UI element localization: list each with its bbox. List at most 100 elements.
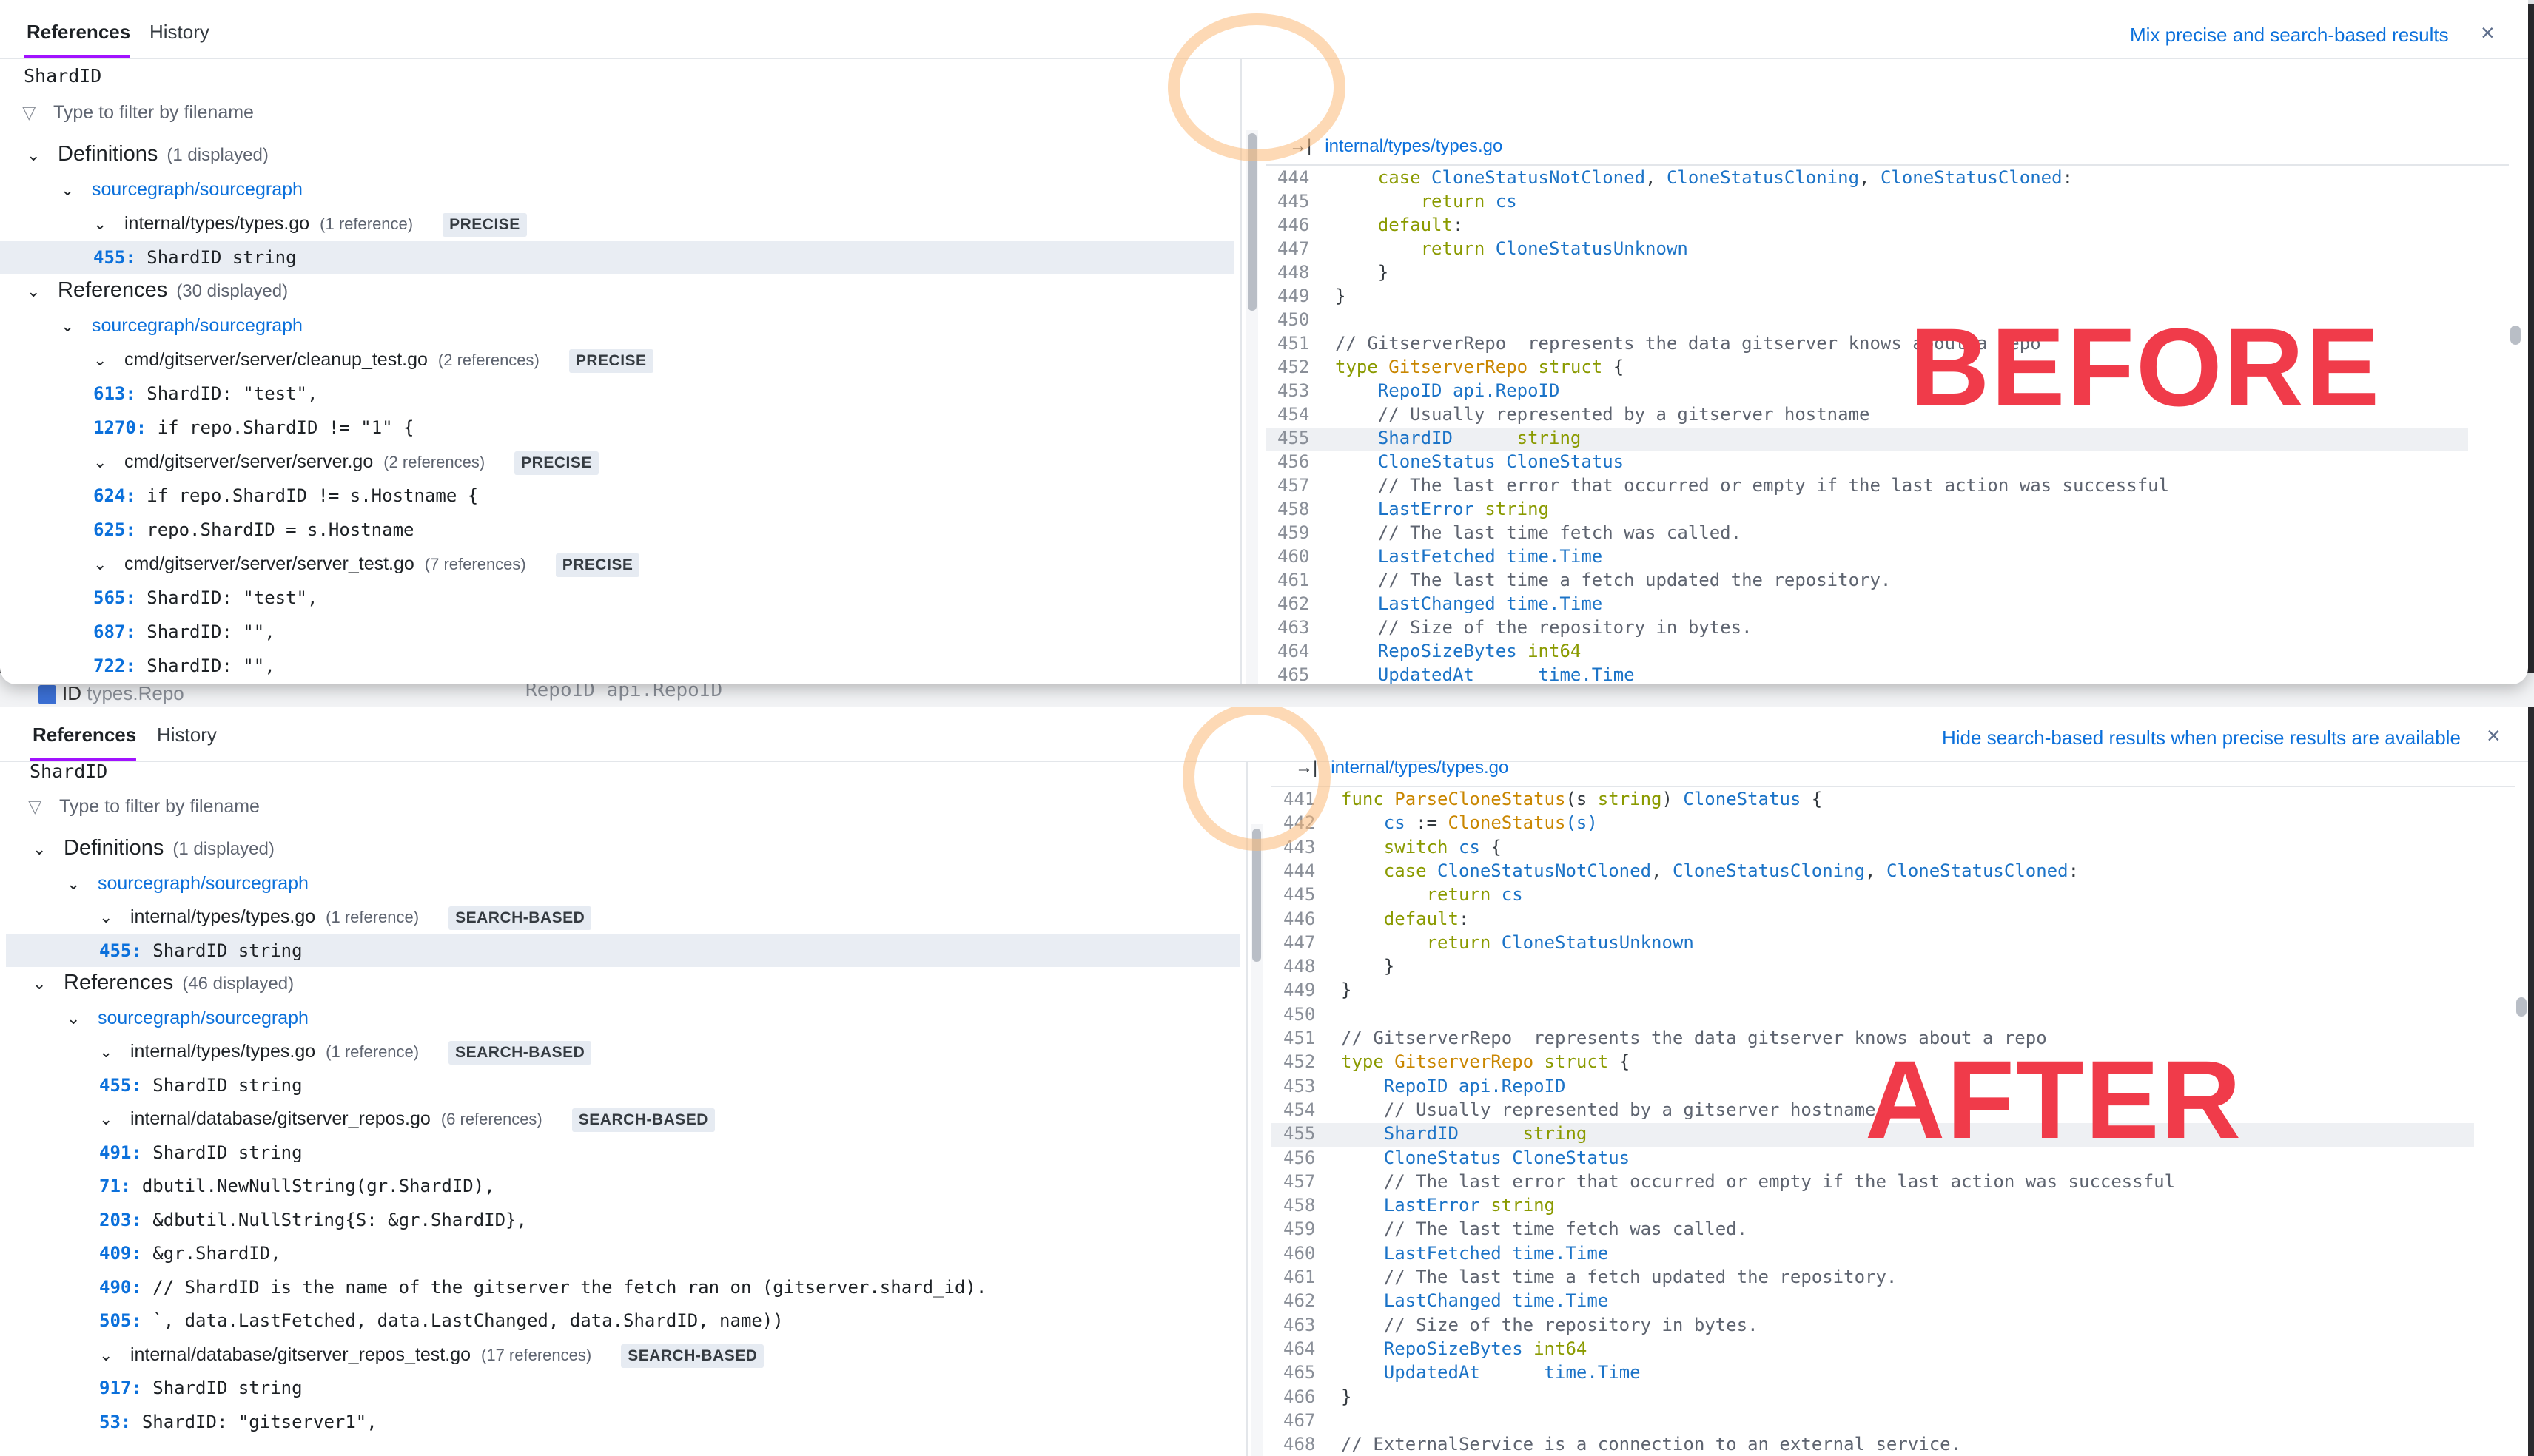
chevron-down-icon[interactable]: ⌄ <box>99 1346 120 1365</box>
chevron-down-icon[interactable]: ⌄ <box>61 317 81 336</box>
filter-input[interactable]: ▽ Type to filter by filename <box>22 102 254 124</box>
code-line[interactable]: 450 <box>1271 1004 2474 1028</box>
code-line[interactable]: 463 // Size of the repository in bytes. <box>1271 1315 2474 1338</box>
tab-history[interactable]: History <box>149 21 209 44</box>
chevron-down-icon[interactable]: ⌄ <box>99 1042 120 1062</box>
tab-references[interactable]: References <box>27 21 130 44</box>
code-line[interactable]: 446 default: <box>1271 909 2474 932</box>
repo-group-header[interactable]: ⌄ sourcegraph/sourcegraph <box>0 173 1234 206</box>
code-line[interactable]: 467 <box>1271 1410 2474 1434</box>
code-line[interactable]: 444 case CloneStatusNotCloned, CloneStat… <box>1266 167 2468 191</box>
chevron-down-icon[interactable]: ⌄ <box>93 351 114 370</box>
reference-line[interactable]: 455: ShardID string <box>6 934 1240 967</box>
code-line[interactable]: 461 // The last time a fetch updated the… <box>1266 570 2468 593</box>
code-line[interactable]: 446 default: <box>1266 215 2468 238</box>
references-section-header[interactable]: ⌄ References (30 displayed) <box>0 275 1234 308</box>
mix-results-toggle-link[interactable]: Mix precise and search-based results <box>2130 24 2449 47</box>
reference-line[interactable]: 409: &gr.ShardID, <box>6 1237 1240 1270</box>
code-line[interactable]: 462 LastChanged time.Time <box>1266 593 2468 617</box>
reference-line[interactable]: 53: ShardID: "gitserver1", <box>6 1406 1240 1438</box>
code-line[interactable]: 447 return CloneStatusUnknown <box>1266 238 2468 262</box>
chevron-down-icon[interactable]: ⌄ <box>93 453 114 472</box>
code-line[interactable]: 449} <box>1271 980 2474 1003</box>
close-icon[interactable]: × <box>2481 19 2495 47</box>
chevron-down-icon[interactable]: ⌄ <box>99 908 120 927</box>
code-line[interactable]: 459 // The last time fetch was called. <box>1271 1219 2474 1242</box>
file-group-header[interactable]: ⌄ cmd/gitserver/server/server.go (2 refere… <box>0 445 1234 478</box>
code-line[interactable]: 465 UpdatedAt time.Time <box>1266 664 2468 684</box>
code-line[interactable]: 466} <box>1271 1386 2474 1410</box>
chevron-down-icon[interactable]: ⌄ <box>61 181 81 200</box>
reference-line[interactable]: 490: // ShardID is the name of the gitse… <box>6 1271 1240 1304</box>
chevron-down-icon[interactable]: ⌄ <box>93 215 114 234</box>
reference-line[interactable]: 565: ShardID: "test", <box>0 582 1234 614</box>
reference-line[interactable]: 71: dbutil.NewNullString(gr.ShardID), <box>6 1170 1240 1202</box>
chevron-down-icon[interactable]: ⌄ <box>93 555 114 574</box>
chevron-down-icon[interactable]: ⌄ <box>33 840 53 859</box>
references-section-header[interactable]: ⌄ References (46 displayed) <box>6 968 1240 1000</box>
code-line[interactable]: 460 LastFetched time.Time <box>1271 1243 2474 1267</box>
code-line[interactable]: 459 // The last time fetch was called. <box>1266 522 2468 546</box>
file-group-header[interactable]: ⌄ internal/database/gitserver_repos.go (6 … <box>6 1102 1240 1135</box>
repo-group-header[interactable]: ⌄ sourcegraph/sourcegraph <box>6 867 1240 900</box>
code-line[interactable]: 462 LastChanged time.Time <box>1271 1290 2474 1314</box>
tab-references[interactable]: References <box>33 724 136 746</box>
code-line[interactable]: 458 LastError string <box>1271 1195 2474 1219</box>
filter-input[interactable]: ▽ Type to filter by filename <box>28 796 260 818</box>
file-group-header[interactable]: ⌄ internal/types/types.go (1 reference) SEA… <box>6 1035 1240 1068</box>
code-file-path[interactable]: internal/types/types.go <box>1331 758 1508 778</box>
code-line[interactable]: 463 // Size of the repository in bytes. <box>1266 617 2468 641</box>
code-line[interactable]: 447 return CloneStatusUnknown <box>1271 932 2474 956</box>
definitions-section-header[interactable]: ⌄ Definitions (1 displayed) <box>0 139 1234 172</box>
reference-line[interactable]: 625: repo.ShardID = s.Hostname <box>0 513 1234 546</box>
chevron-down-icon[interactable]: ⌄ <box>27 282 47 301</box>
code-line[interactable]: 458 LastError string <box>1266 499 2468 522</box>
reference-line[interactable]: 203: &dbutil.NullString{S: &gr.ShardID}, <box>6 1204 1240 1236</box>
code-line[interactable]: 468// ExternalService is a connection to… <box>1271 1434 2474 1456</box>
split-divider[interactable] <box>1246 762 1248 1456</box>
code-line[interactable]: 445 return cs <box>1266 191 2468 215</box>
code-line[interactable]: 448 } <box>1271 956 2474 980</box>
chevron-down-icon[interactable]: ⌄ <box>27 146 47 165</box>
reference-line[interactable]: 455: ShardID string <box>6 1069 1240 1102</box>
code-line[interactable]: 445 return cs <box>1271 884 2474 908</box>
reference-line[interactable]: 722: ShardID: "", <box>0 650 1234 682</box>
code-line[interactable]: 456 CloneStatus CloneStatus <box>1266 451 2468 475</box>
repo-group-header[interactable]: ⌄ sourcegraph/sourcegraph <box>0 309 1234 342</box>
file-group-header[interactable]: ⌄ internal/types/types.go (1 reference) SEA… <box>6 900 1240 933</box>
definitions-section-header[interactable]: ⌄ Definitions (1 displayed) <box>6 833 1240 866</box>
reference-line[interactable]: 1270: if repo.ShardID != "1" { <box>0 411 1234 444</box>
file-group-header[interactable]: ⌄ cmd/gitserver/server/server_test.go (7 r… <box>0 547 1234 580</box>
code-line[interactable]: 444 case CloneStatusNotCloned, CloneStat… <box>1271 860 2474 884</box>
file-group-header[interactable]: ⌄ internal/types/types.go (1 reference) PRE… <box>0 207 1234 240</box>
code-line[interactable]: 461 // The last time a fetch updated the… <box>1271 1267 2474 1290</box>
reference-line[interactable]: 613: ShardID: "test", <box>0 377 1234 410</box>
file-group-header[interactable]: ⌄ cmd/gitserver/server/cleanup_test.go (2 … <box>0 343 1234 376</box>
code-line[interactable]: 443 switch cs { <box>1271 837 2474 860</box>
code-scrollbar-thumb[interactable] <box>2516 997 2527 1017</box>
code-file-path[interactable]: internal/types/types.go <box>1325 136 1502 156</box>
code-line[interactable]: 448 } <box>1266 262 2468 286</box>
reference-line[interactable]: 455: ShardID string <box>0 241 1234 274</box>
tab-history[interactable]: History <box>157 724 217 746</box>
code-line[interactable]: 457 // The last error that occurred or e… <box>1266 475 2468 499</box>
code-line[interactable]: 464 RepoSizeBytes int64 <box>1266 641 2468 664</box>
repo-group-header[interactable]: ⌄ sourcegraph/sourcegraph <box>6 1002 1240 1034</box>
reference-line[interactable]: 687: ShardID: "", <box>0 616 1234 648</box>
chevron-down-icon[interactable]: ⌄ <box>33 974 53 994</box>
reference-line[interactable]: 491: ShardID string <box>6 1136 1240 1169</box>
chevron-down-icon[interactable]: ⌄ <box>67 1009 87 1028</box>
code-line[interactable]: 441 func ParseCloneStatus(s string) Clone… <box>1271 789 2474 812</box>
file-group-header[interactable]: ⌄ internal/database/gitserver_repos_test.… <box>6 1338 1240 1371</box>
code-line[interactable]: 464 RepoSizeBytes int64 <box>1271 1338 2474 1362</box>
reference-line[interactable]: 917: ShardID string <box>6 1372 1240 1404</box>
close-icon[interactable]: × <box>2487 722 2501 749</box>
reference-line[interactable]: 624: if repo.ShardID != s.Hostname { <box>0 479 1234 512</box>
code-scrollbar-thumb[interactable] <box>2510 326 2521 345</box>
code-line[interactable]: 442 cs := CloneStatus(s) <box>1271 812 2474 836</box>
chevron-down-icon[interactable]: ⌄ <box>99 1110 120 1129</box>
code-line[interactable]: 457 // The last error that occurred or e… <box>1271 1171 2474 1195</box>
code-line[interactable]: 465 UpdatedAt time.Time <box>1271 1362 2474 1386</box>
hide-search-based-toggle-link[interactable]: Hide search-based results when precise r… <box>1942 727 2461 749</box>
chevron-down-icon[interactable]: ⌄ <box>67 874 87 894</box>
